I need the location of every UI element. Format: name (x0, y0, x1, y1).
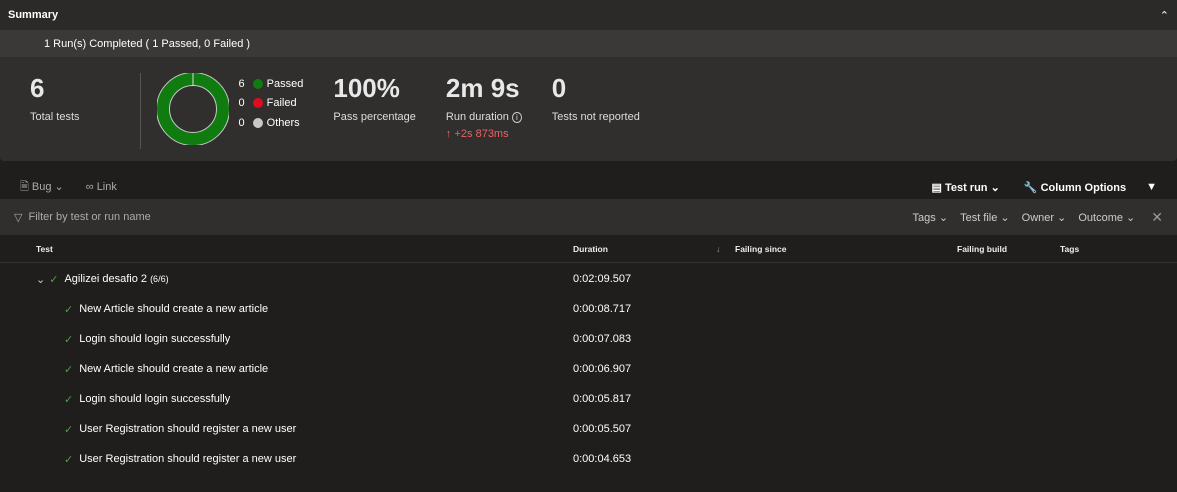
duration-delta: ↑ +2s 873ms (445, 128, 509, 140)
col-failing-build[interactable]: Failing build (957, 244, 1007, 254)
list-icon: ▤ (931, 181, 942, 194)
test-duration: 0:00:05.817 (573, 393, 632, 405)
test-name: Login should login successfully (79, 333, 231, 345)
check-icon: ✓ (64, 423, 74, 436)
summary-panel: 6 Total tests 6 Passed 0 Failed 0 Others 100… (0, 57, 1177, 161)
run-duration: 2m 9s (445, 73, 520, 103)
test-duration: 0:00:04.653 (573, 453, 632, 465)
column-options-button[interactable]: 🔧 Column Options (1024, 181, 1126, 194)
link-button[interactable]: ∞ Link (86, 181, 117, 193)
divider (0, 262, 1177, 263)
col-failing-since[interactable]: Failing since (735, 244, 787, 254)
not-reported-label: Tests not reported (551, 111, 640, 123)
document-icon: 🗎 (20, 180, 29, 193)
test-name: New Article should create a new article (79, 303, 269, 315)
check-icon: ✓ (64, 453, 74, 466)
toolbar: 🗎 Bug ⌄ ∞ Link ▤ Test run ⌄ 🔧 Column Opt… (0, 176, 1177, 198)
check-icon: ✓ (64, 333, 74, 346)
filter-icon[interactable]: ▼ (1146, 181, 1157, 193)
total-tests: 6 (30, 73, 45, 103)
filter-input[interactable]: Filter by test or run name (28, 211, 900, 223)
col-duration[interactable]: Duration (573, 244, 608, 254)
legend-passed: 6 Passed (238, 77, 304, 90)
test-duration: 0:00:05.507 (573, 423, 632, 435)
test-duration: 0:00:07.083 (573, 333, 632, 345)
test-run-button[interactable]: ▤ Test run ⌄ (931, 181, 999, 194)
duration-label: Run duration (445, 111, 509, 123)
test-name: User Registration should register a new … (79, 453, 297, 465)
close-icon[interactable]: ✕ (1151, 209, 1163, 226)
outcome-dropdown[interactable]: Outcome ⌄ (1078, 211, 1135, 224)
tests-not-reported: 0 (551, 73, 567, 103)
runs-completed: 1 Run(s) Completed ( 1 Passed, 0 Failed … (0, 30, 1177, 57)
total-label: Total tests (30, 111, 80, 123)
group-count: (6/6) (150, 274, 169, 284)
test-name: User Registration should register a new … (79, 423, 297, 435)
bug-button[interactable]: 🗎 Bug ⌄ (20, 178, 64, 197)
check-icon: ✓ (49, 273, 59, 286)
legend-failed: 0 Failed (238, 97, 297, 110)
group-row[interactable]: ⌄ ✓ Agilizei desafio 2 (6/6) 0:02:09.507 (0, 264, 1177, 294)
tags-dropdown[interactable]: Tags ⌄ (913, 211, 949, 224)
table-row[interactable]: ✓ User Registration should register a new… (0, 414, 1177, 444)
divider (139, 73, 141, 149)
test-duration: 0:00:08.717 (573, 303, 632, 315)
filter-bar: ▽ Filter by test or run name Tags ⌄ Test… (0, 199, 1177, 235)
owner-dropdown[interactable]: Owner ⌄ (1022, 211, 1067, 224)
filter-icon: ▽ (14, 211, 23, 224)
wrench-icon: 🔧 (1023, 181, 1038, 194)
table-row[interactable]: ✓ New Article should create a new article… (0, 354, 1177, 384)
test-duration: 0:00:06.907 (573, 363, 632, 375)
link-icon: ∞ (85, 181, 94, 193)
sort-arrow-icon: ↓ (716, 244, 721, 254)
legend: 6 Passed 0 Failed 0 Others (239, 74, 304, 133)
pass-donut-chart (156, 73, 229, 145)
col-tags[interactable]: Tags (1060, 244, 1079, 254)
table-row[interactable]: ✓ Login should login successfully 0:00:05.… (0, 384, 1177, 414)
chevron-down-icon[interactable]: ⌄ (36, 273, 45, 286)
test-name: New Article should create a new article (79, 363, 269, 375)
summary-title: Summary (8, 9, 59, 21)
passed-slice (156, 73, 229, 145)
col-test[interactable]: Test (36, 244, 53, 254)
pass-percentage: 100% (333, 73, 400, 103)
table-row[interactable]: ✓ Login should login successfully 0:00:07.… (0, 324, 1177, 354)
legend-others: 0 Others (238, 116, 300, 129)
pass-label: Pass percentage (333, 111, 416, 123)
group-name: Agilizei desafio 2 (64, 273, 147, 285)
check-icon: ✓ (64, 363, 74, 376)
check-icon: ✓ (64, 393, 74, 406)
table-row[interactable]: ✓ New Article should create a new article… (0, 294, 1177, 324)
chevron-up-icon[interactable]: ⌃ (1160, 9, 1169, 22)
test-name: Login should login successfully (79, 393, 231, 405)
group-duration: 0:02:09.507 (573, 273, 632, 285)
table-row[interactable]: ✓ User Registration should register a new… (0, 444, 1177, 474)
summary-header[interactable]: Summary ⌃ (0, 0, 1177, 30)
check-icon: ✓ (64, 303, 74, 316)
test-file-dropdown[interactable]: Test file ⌄ (960, 211, 1010, 224)
info-icon[interactable]: i (511, 112, 522, 123)
